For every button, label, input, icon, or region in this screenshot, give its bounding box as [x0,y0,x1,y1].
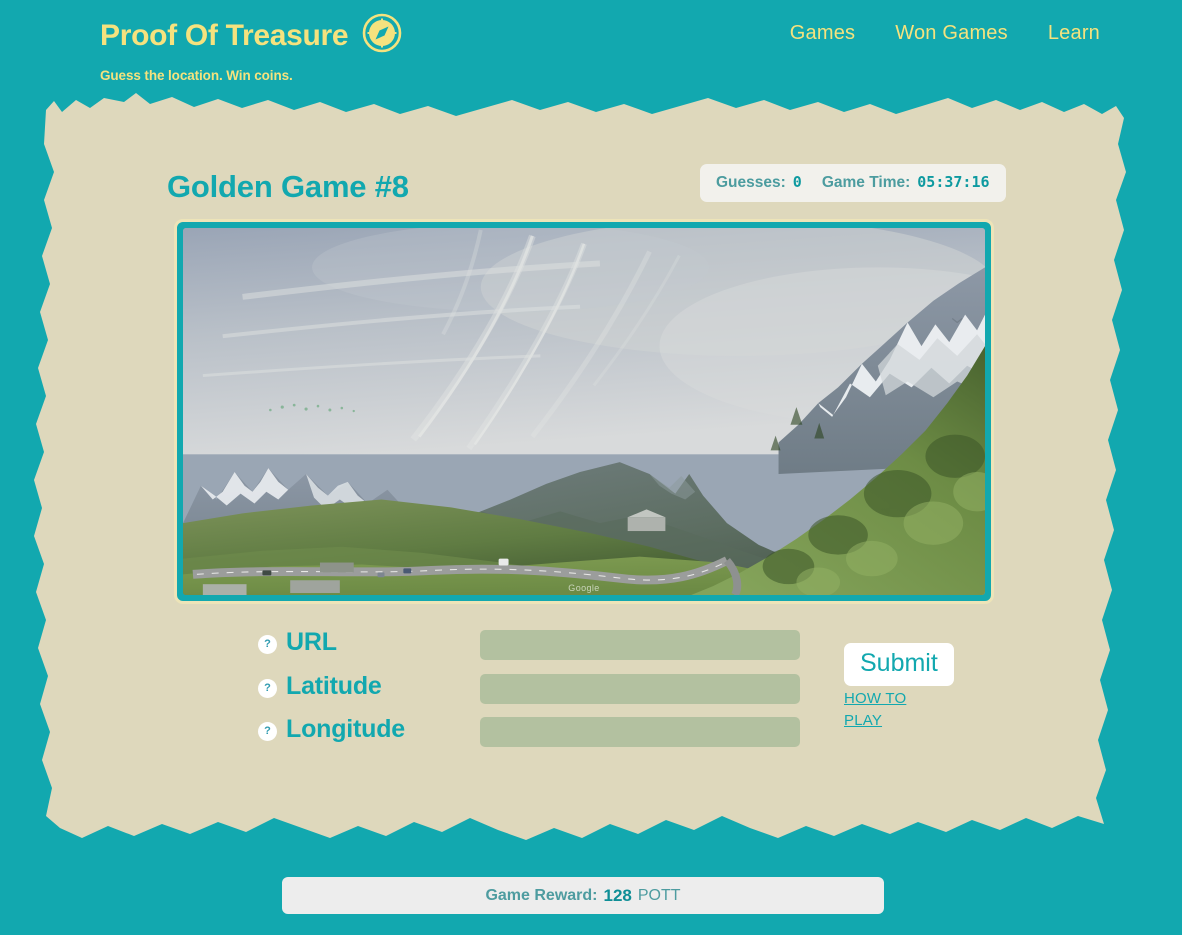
game-time-label: Game Time: [821,174,911,191]
label-url: URL [286,628,337,656]
reward-amount: 128 [603,885,632,905]
label-latitude: Latitude [286,672,382,700]
torn-paper-panel: Golden Game #8 Guesses: 0 Game Time: 05:… [32,88,1134,848]
game-photo-frame: Google [174,219,994,604]
url-input[interactable] [480,630,800,660]
brand-title: Proof Of Treasure [100,18,349,52]
brand-block: Proof Of Treasure Guess the location. Wi… [100,13,402,83]
nav-link-games[interactable]: Games [790,22,855,45]
how-to-play-link[interactable]: HOW TO PLAY [844,688,934,732]
help-icon-longitude[interactable]: ? [258,722,277,741]
site-header: Proof Of Treasure Guess the location. Wi… [0,0,1182,95]
form-row-longitude: ? Longitude [32,715,1134,748]
google-watermark: Google [568,583,600,593]
guesses-value: 0 [792,173,802,191]
nav-link-won-games[interactable]: Won Games [895,22,1008,45]
mountain-landscape-image [183,228,985,595]
form-row-url: ? URL [32,628,1134,661]
help-icon-url[interactable]: ? [258,635,277,654]
submit-button[interactable]: Submit [844,643,954,686]
reward-label: Game Reward: [485,886,598,904]
page-title: Golden Game #8 [167,168,409,204]
form-row-latitude: ? Latitude [32,672,1134,705]
game-reward-bar: Game Reward: 128 POTT [282,877,884,914]
reward-unit: POTT [637,886,681,904]
game-photo: Google [183,228,985,595]
game-time-value: 05:37:16 [917,173,990,191]
latitude-input[interactable] [480,674,800,704]
guesses-label: Guesses: [716,174,786,191]
status-badge: Guesses: 0 Game Time: 05:37:16 [700,164,1006,202]
nav-link-learn[interactable]: Learn [1048,22,1100,45]
help-icon-latitude[interactable]: ? [258,679,277,698]
label-longitude: Longitude [286,715,406,743]
main-nav: Games Won Games Learn [790,22,1100,45]
compass-icon [362,13,402,58]
longitude-input[interactable] [480,717,800,747]
brand-tagline: Guess the location. Win coins. [100,68,293,83]
